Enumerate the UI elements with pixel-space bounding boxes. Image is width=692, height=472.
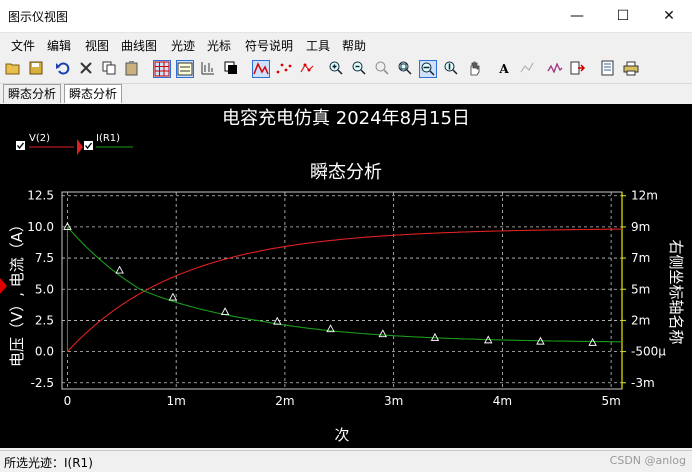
maximize-button[interactable]: ☐	[600, 0, 646, 32]
y-tick-label: 0.0	[35, 345, 54, 359]
zoom-y-icon[interactable]	[442, 60, 460, 78]
grid-icon[interactable]	[153, 60, 171, 78]
plot-area[interactable]: 电容充电仿真 2024年8月15日 V(2) I(R1) 瞬态分析 12.5 12…	[0, 104, 692, 448]
window-title: 图示仪视图	[8, 10, 69, 24]
x-tick-label: 5m	[601, 394, 620, 408]
x-tick-label: 2m	[275, 394, 294, 408]
x-tick-label: 4m	[493, 394, 512, 408]
watermark: CSDN @anlog	[609, 454, 686, 467]
legend-label-ir1: I(R1)	[96, 133, 120, 144]
print-preview-icon[interactable]	[599, 60, 617, 78]
close-button[interactable]: ✕	[646, 0, 692, 32]
y2-tick-label: 9m	[631, 220, 650, 234]
y-axis-label: 电压（V）, 电流（A）	[8, 217, 26, 367]
y2-tick-label: 7m	[631, 251, 650, 265]
selected-trace-status: 所选光迹：I(R1)	[4, 456, 93, 470]
menu-cursor[interactable]: 光标	[207, 37, 231, 54]
menu-file[interactable]: 文件	[11, 37, 35, 54]
tab-transient-1[interactable]: 瞬态分析	[3, 84, 62, 103]
menu-legend[interactable]: 符号说明	[245, 37, 293, 54]
title-bar: 图示仪视图 — ☐ ✕	[0, 0, 692, 32]
fft-icon[interactable]	[546, 60, 564, 78]
tab-transient-2[interactable]: 瞬态分析	[64, 84, 123, 103]
toolbar: A	[0, 57, 692, 84]
paste-icon[interactable]	[123, 60, 141, 78]
menu-bar: 文件 编辑 视图 曲线图 光迹 光标 符号说明 工具 帮助	[0, 32, 692, 57]
legend-checkbox-v2[interactable]	[16, 141, 25, 150]
zoom-out-icon[interactable]	[350, 60, 368, 78]
trace-dots-icon[interactable]	[275, 60, 293, 78]
undo-icon[interactable]	[54, 60, 72, 78]
text-icon[interactable]: A	[495, 60, 513, 78]
print-icon[interactable]	[622, 60, 640, 78]
minimize-button[interactable]: —	[554, 0, 600, 32]
trace-line-icon[interactable]	[252, 60, 270, 78]
cursor-marker-icon[interactable]	[0, 278, 7, 294]
chart-title: 瞬态分析	[310, 162, 382, 183]
invert-colors-icon[interactable]	[222, 60, 240, 78]
open-icon[interactable]	[4, 60, 22, 78]
zoom-full-icon[interactable]	[373, 60, 391, 78]
zoom-x-icon[interactable]	[419, 60, 437, 78]
y-tick-label: 5.0	[35, 282, 54, 296]
y-tick-label: 12.5	[27, 189, 54, 203]
menu-tools[interactable]: 工具	[306, 37, 330, 54]
legend-icon[interactable]	[176, 60, 194, 78]
y-tick-label: -2.5	[31, 376, 54, 390]
tab-strip: 瞬态分析 瞬态分析	[0, 84, 692, 104]
trace-dots-line-icon[interactable]	[298, 60, 316, 78]
status-bar: 所选光迹：I(R1) CSDN @anlog	[0, 450, 692, 472]
delete-icon[interactable]	[77, 60, 95, 78]
menu-trace[interactable]: 光迹	[171, 37, 195, 54]
menu-edit[interactable]: 编辑	[47, 37, 71, 54]
x-axis-label: 次	[334, 426, 349, 444]
main-title: 电容充电仿真 2024年8月15日	[222, 108, 470, 129]
menu-help[interactable]: 帮助	[342, 37, 366, 54]
y2-axis-label: 右侧坐标轴名称	[667, 239, 685, 344]
menu-view[interactable]: 视图	[85, 37, 109, 54]
export-icon[interactable]	[569, 60, 587, 78]
toggle-cursor-icon[interactable]	[199, 60, 217, 78]
y2-tick-label: 12m	[631, 189, 658, 203]
zoom-area-icon[interactable]	[396, 60, 414, 78]
pan-icon[interactable]	[465, 60, 483, 78]
save-icon[interactable]	[27, 60, 45, 78]
y-tick-label: 7.5	[35, 251, 54, 265]
menu-graph[interactable]: 曲线图	[121, 37, 157, 54]
x-tick-label: 1m	[167, 394, 186, 408]
x-tick-label: 0	[64, 394, 72, 408]
legend-label-v2: V(2)	[29, 133, 50, 144]
y2-tick-label: 2m	[631, 313, 650, 327]
y2-tick-label: 5m	[631, 282, 650, 296]
marker-icon[interactable]	[518, 60, 536, 78]
x-tick-label: 3m	[384, 394, 403, 408]
y2-tick-label: -500μ	[631, 345, 666, 359]
transient-chart[interactable]: 电容充电仿真 2024年8月15日 V(2) I(R1) 瞬态分析 12.5 12…	[0, 104, 692, 448]
y-tick-label: 10.0	[27, 220, 54, 234]
zoom-in-icon[interactable]	[327, 60, 345, 78]
legend-checkbox-ir1[interactable]	[84, 141, 93, 150]
y2-tick-label: -3m	[631, 376, 655, 390]
copy-icon[interactable]	[100, 60, 118, 78]
y-tick-label: 2.5	[35, 313, 54, 327]
